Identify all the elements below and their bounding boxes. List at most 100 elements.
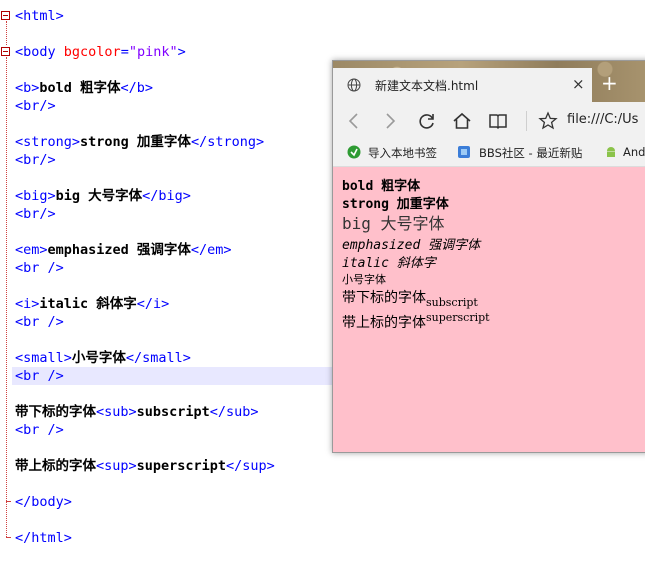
rendered-emphasized: emphasized 强调字体	[342, 238, 481, 253]
reading-view-icon[interactable]	[488, 111, 508, 131]
code-line[interactable]: <body bgcolor="pink">	[15, 43, 186, 61]
rendered-big: big 大号字体	[342, 214, 445, 233]
code-token-tag: <br />	[15, 368, 64, 384]
code-token-str: "pink"	[128, 44, 178, 60]
code-token-text: 带上标的字体	[15, 458, 96, 474]
code-line[interactable]: </body>	[15, 493, 72, 511]
browser-toolbar: file:///C:/Us	[333, 102, 645, 140]
fold-toggle-body-icon[interactable]	[1, 47, 10, 56]
code-token-text: strong 加重字体	[80, 134, 191, 150]
code-line[interactable]: <br />	[15, 421, 64, 439]
new-tab-icon[interactable]: +	[601, 73, 618, 93]
page-viewport[interactable]: bold 粗字体 strong 加重字体 big 大号字体 emphasized…	[333, 167, 645, 452]
address-bar[interactable]: file:///C:/Us	[567, 112, 638, 127]
rendered-sub-text: 带下标的字体	[342, 290, 426, 306]
code-line[interactable]: <br />	[15, 259, 64, 277]
code-token-tag: <sup>	[96, 458, 137, 474]
code-token-tag: </i>	[136, 296, 170, 312]
code-token-tag: </small>	[125, 350, 191, 366]
code-line[interactable]: 带下标的字体<sub>subscript</sub>	[15, 403, 259, 421]
home-icon[interactable]	[452, 111, 472, 131]
code-token-text: subscript	[136, 404, 210, 420]
bbs-icon	[458, 146, 470, 158]
browser-tab[interactable]: 新建文本文档.html ×	[333, 68, 592, 102]
fold-line-html	[6, 21, 7, 45]
code-token-tag: </html>	[15, 530, 72, 546]
code-token-text: 带下标的字体	[15, 404, 96, 420]
tab-strip: 新建文本文档.html × +	[333, 61, 645, 102]
rendered-subscript-line: 带下标的字体subscript	[342, 287, 478, 309]
code-line[interactable]: </html>	[15, 529, 72, 547]
toolbar-separator	[526, 111, 527, 131]
rendered-italic: italic 斜体字	[342, 256, 436, 271]
code-token-tag: <big>	[15, 188, 56, 204]
back-icon[interactable]	[344, 111, 364, 131]
code-token-tag: <br />	[15, 260, 64, 276]
rendered-bold: bold 粗字体	[342, 179, 421, 194]
fold-toggle-html-icon[interactable]	[1, 11, 10, 20]
code-line[interactable]: <i>italic 斜体字</i>	[15, 295, 169, 313]
code-line[interactable]: 带上标的字体<sup>superscript</sup>	[15, 457, 275, 475]
code-token-tag: <sub>	[96, 404, 137, 420]
code-line[interactable]: <br/>	[15, 205, 56, 223]
code-line[interactable]: <html>	[15, 7, 64, 25]
code-token-tag: </big>	[142, 188, 191, 204]
code-token-text: 小号字体	[71, 350, 126, 366]
fold-end-html	[6, 537, 11, 538]
code-token-text: italic 斜体字	[39, 296, 137, 312]
code-token-tag: >	[177, 44, 186, 60]
rendered-small: 小号字体	[342, 273, 386, 286]
code-token-text: big 大号字体	[55, 188, 143, 204]
tab-close-icon[interactable]: ×	[572, 75, 585, 93]
android-icon	[607, 147, 615, 157]
favorites-bar: 导入本地书签 BBS社区 - 最近新贴 And	[333, 140, 645, 167]
code-token-text: superscript	[136, 458, 227, 474]
code-token-tag: </strong>	[190, 134, 265, 150]
import-icon	[347, 145, 361, 159]
code-token-text: bold 粗字体	[39, 80, 121, 96]
fold-line-body	[6, 57, 7, 501]
tab-title: 新建文本文档.html	[375, 79, 479, 93]
fold-gutter	[0, 0, 12, 563]
code-token-tag: <em>	[15, 242, 48, 258]
rendered-superscript-line: 带上标的字体superscript	[342, 311, 490, 332]
code-line[interactable]: <em>emphasized 强调字体</em>	[15, 241, 232, 259]
code-token-tag: <small>	[15, 350, 72, 366]
code-line[interactable]: <b>bold 粗字体</b>	[15, 79, 153, 97]
code-token-tag: <html>	[15, 8, 64, 24]
favorite-star-icon[interactable]	[538, 111, 558, 131]
code-token-tag: </em>	[190, 242, 232, 258]
code-token-tag: <strong>	[15, 134, 81, 150]
rendered-sup: superscript	[426, 311, 490, 324]
favorite-bbs[interactable]: BBS社区 - 最近新贴	[479, 145, 582, 161]
favorite-import-bookmarks[interactable]: 导入本地书签	[368, 145, 437, 161]
refresh-icon[interactable]	[417, 111, 437, 131]
code-token-text: emphasized 强调字体	[47, 242, 191, 258]
code-token-tag: <i>	[15, 296, 40, 312]
code-line[interactable]: <small>小号字体</small>	[15, 349, 191, 367]
forward-icon[interactable]	[380, 111, 400, 131]
code-line[interactable]: <br />	[15, 367, 64, 385]
code-token-tag: =	[120, 44, 129, 60]
code-token-tag: </sup>	[226, 458, 275, 474]
rendered-sub: subscript	[426, 296, 478, 309]
code-token-tag: <br/>	[15, 152, 56, 168]
code-token-tag: <br/>	[15, 206, 56, 222]
rendered-sup-text: 带上标的字体	[342, 315, 426, 331]
code-token-tag: </b>	[120, 80, 154, 96]
code-token-tag: </sub>	[209, 404, 259, 420]
code-token-tag: <br />	[15, 422, 64, 438]
browser-window[interactable]: 新建文本文档.html × + file:///C:/Us 导入本地书签 BBS…	[332, 60, 645, 453]
code-line[interactable]: <br/>	[15, 151, 56, 169]
globe-icon	[347, 78, 361, 92]
code-token-tag: <b>	[15, 80, 40, 96]
code-token-attr: bgcolor	[63, 44, 121, 60]
favorite-android[interactable]: And	[623, 145, 645, 159]
code-token-tag: </body>	[15, 494, 72, 510]
code-line[interactable]: <br />	[15, 313, 64, 331]
fold-line-html-tail	[6, 501, 7, 537]
code-line[interactable]: <big>big 大号字体</big>	[15, 187, 191, 205]
code-line[interactable]: <br/>	[15, 97, 56, 115]
code-token-tag: <body	[15, 44, 64, 60]
code-line[interactable]: <strong>strong 加重字体</strong>	[15, 133, 264, 151]
